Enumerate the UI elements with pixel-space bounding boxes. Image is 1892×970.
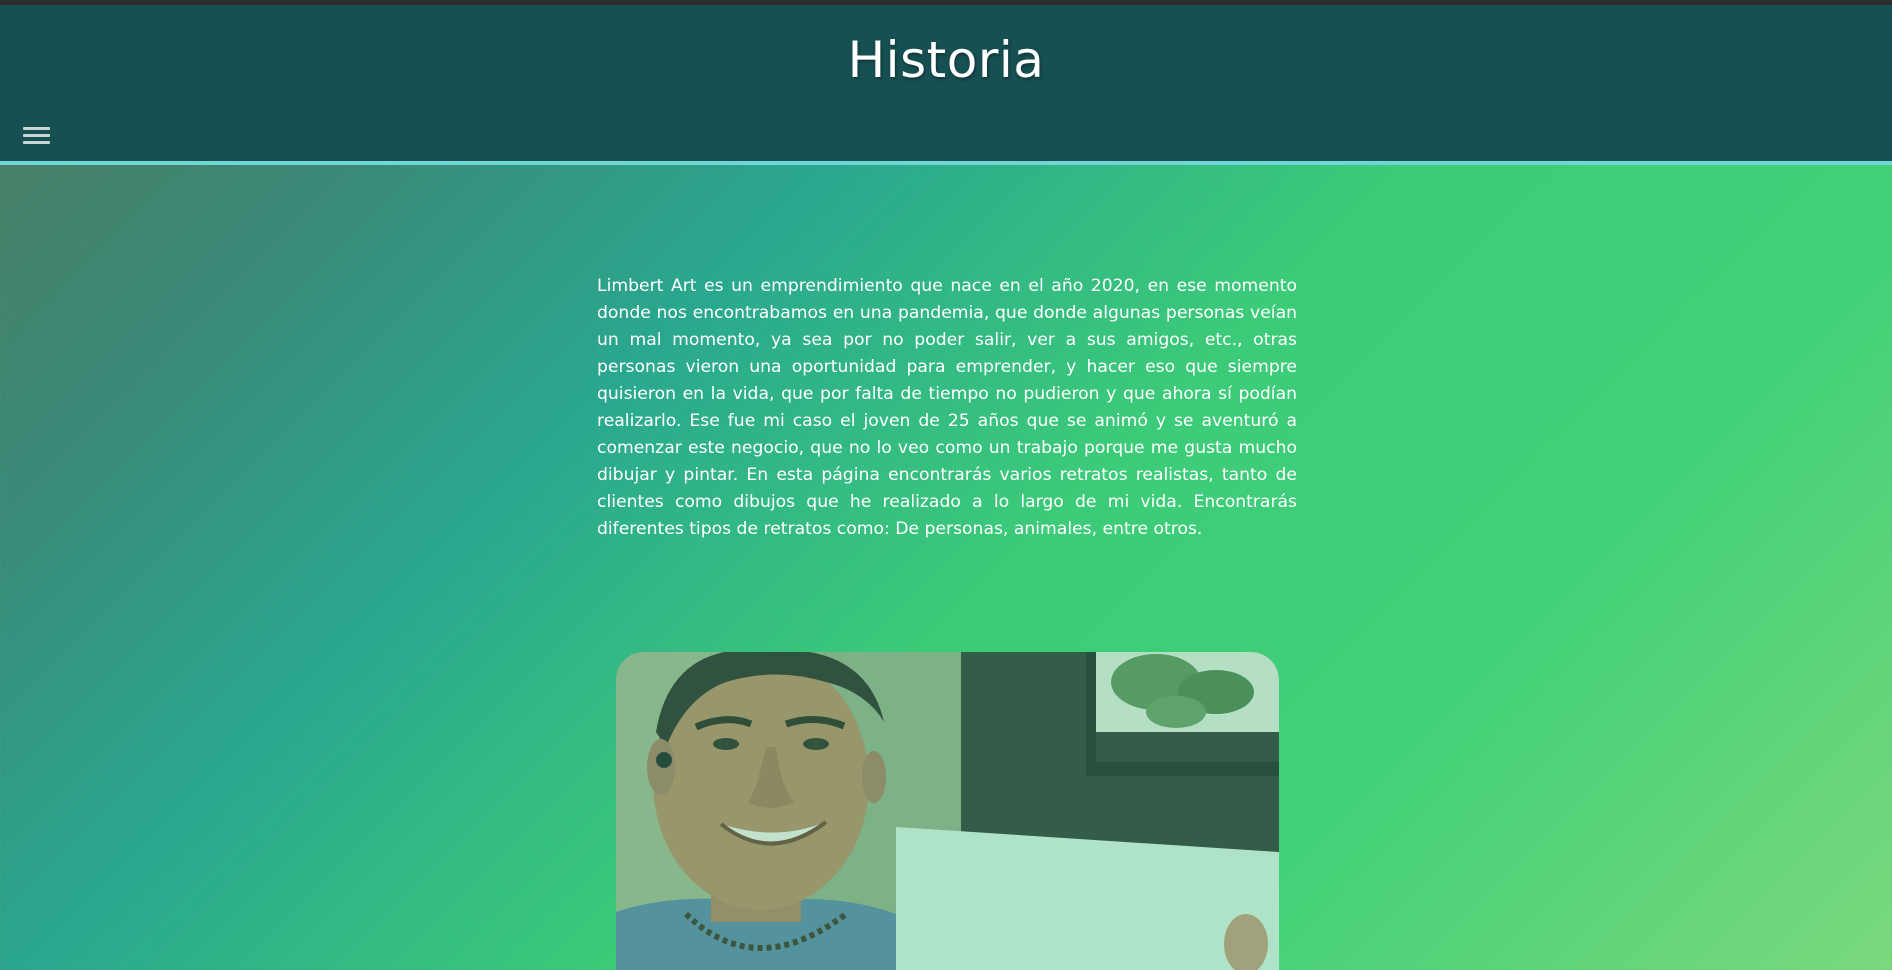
hamburger-menu-icon[interactable] <box>23 126 50 147</box>
menu-bar-icon <box>23 141 50 144</box>
page-title: Historia <box>847 31 1045 89</box>
menu-bar-icon <box>23 134 50 137</box>
story-paragraph: Limbert Art es un emprendimiento que nac… <box>597 276 1297 539</box>
page-header: Historia <box>0 5 1892 165</box>
photo-tint-overlay <box>616 652 1279 970</box>
menu-bar-icon <box>23 127 50 130</box>
artist-portrait-photo <box>616 652 1279 970</box>
